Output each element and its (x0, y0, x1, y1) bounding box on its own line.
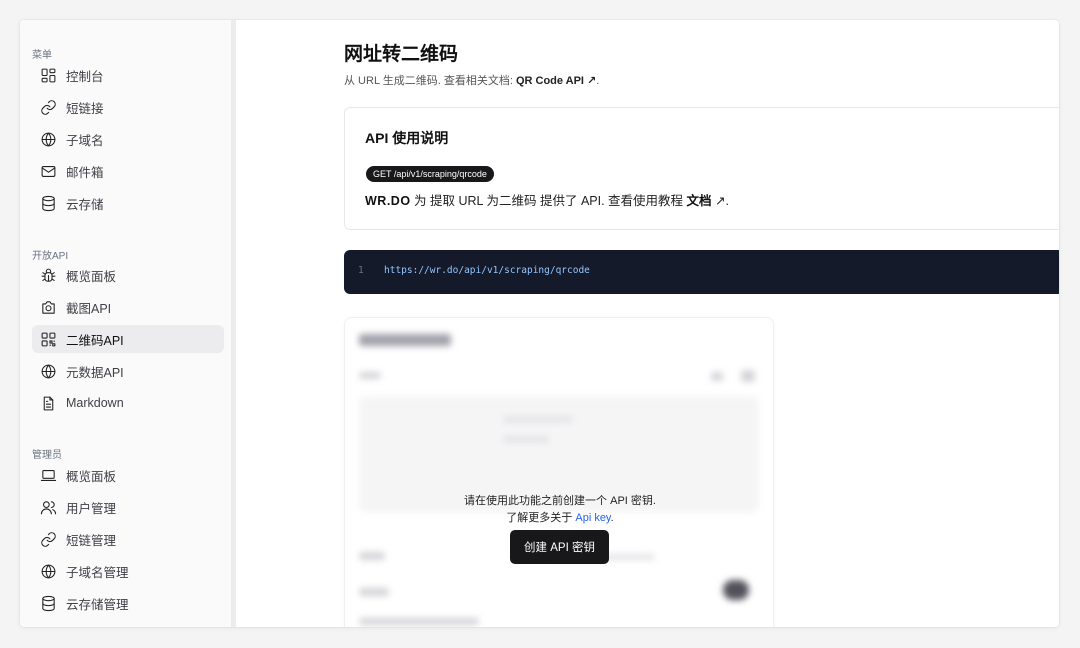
qr-code-api-docs-link[interactable]: QR Code API ↗ (516, 75, 596, 87)
link-icon (39, 530, 57, 548)
api-description-text: 为 提取 URL 为二维码 提供了 API. 查看使用教程 (410, 194, 687, 208)
sidebar-section-api: 开放API (32, 251, 69, 262)
sidebar-item-user-management[interactable]: 用户管理 (32, 493, 224, 521)
sidebar-item-dashboard[interactable]: 控制台 (32, 61, 224, 89)
link-icon (39, 98, 57, 116)
api-key-learn-more: 了解更多关于 Api key. (345, 509, 773, 525)
mail-icon (39, 162, 57, 180)
sidebar-item-label: 控制台 (66, 69, 104, 84)
globe-icon (39, 562, 57, 580)
sidebar-section-menu: 菜单 (32, 50, 52, 61)
sidebar-item-short-links[interactable]: 短链接 (32, 93, 224, 121)
learn-more-text: 了解更多关于 (506, 512, 576, 524)
sidebar-item-label: 子域名 (66, 133, 104, 148)
brand-name: WR.DO (365, 194, 411, 208)
sidebar-item-label: 云存储 (66, 197, 104, 212)
laptop-icon (39, 466, 57, 484)
sidebar-item-label: Markdown (66, 396, 124, 410)
code-line-number: 1 (358, 265, 364, 276)
sidebar-item-label: 短链管理 (66, 533, 117, 548)
users-icon (39, 498, 57, 516)
sidebar-item-label: 二维码API (66, 333, 124, 348)
camera-icon (39, 298, 57, 316)
qrcode-icon (39, 330, 57, 348)
globe-icon (39, 130, 57, 148)
sidebar-item-subdomains[interactable]: 子域名 (32, 125, 224, 153)
sidebar-item-metadata-api[interactable]: 元数据API (32, 357, 224, 385)
dashboard-icon (39, 66, 57, 84)
page-subtitle: 从 URL 生成二维码. 查看相关文档: QR Code API ↗. (344, 72, 599, 88)
sidebar-item-label: 元数据API (66, 365, 124, 380)
sidebar-item-label: 子域名管理 (66, 565, 129, 580)
sidebar-item-label: 截图API (66, 301, 112, 316)
sidebar-item-label: 概览面板 (66, 269, 117, 284)
blurred-form-preview (345, 318, 773, 627)
api-key-link[interactable]: Api key (575, 512, 610, 524)
code-block: 1 https://wr.do/api/v1/scraping/qrcode (344, 250, 1059, 294)
database-icon (39, 194, 57, 212)
api-usage-card: API 使用说明 GET /api/v1/scraping/qrcode WR.… (344, 107, 1059, 230)
sidebar-item-storage-management[interactable]: 云存储管理 (32, 589, 224, 617)
code-url[interactable]: https://wr.do/api/v1/scraping/qrcode (384, 265, 590, 276)
sidebar-item-cloud-storage[interactable]: 云存储 (32, 189, 224, 217)
database-icon (39, 594, 57, 612)
qrcode-form-card: 请在使用此功能之前创建一个 API 密钥. 了解更多关于 Api key. 创建… (344, 317, 774, 627)
sidebar-item-api-overview[interactable]: 概览面板 (32, 261, 224, 289)
docs-link[interactable]: 文档 (687, 194, 712, 208)
api-description: WR.DO 为 提取 URL 为二维码 提供了 API. 查看使用教程 文档 ↗… (365, 190, 729, 209)
main-content: 网址转二维码 从 URL 生成二维码. 查看相关文档: QR Code API … (236, 20, 1059, 627)
app-window: 菜单 控制台 短链接 子域名 邮件箱 云存储 开放API 概览面板 截图API … (20, 20, 1059, 627)
sidebar-item-label: 邮件箱 (66, 165, 104, 180)
globe-icon (39, 362, 57, 380)
file-text-icon (39, 394, 57, 412)
sidebar-item-link-management[interactable]: 短链管理 (32, 525, 224, 553)
sidebar-item-admin-overview[interactable]: 概览面板 (32, 461, 224, 489)
docs-link-suffix: ↗. (711, 194, 729, 208)
sidebar-item-markdown[interactable]: Markdown (32, 389, 224, 417)
subtitle-text: 从 URL 生成二维码. 查看相关文档: (344, 75, 516, 87)
sidebar-item-label: 概览面板 (66, 469, 117, 484)
sidebar-item-label: 云存储管理 (66, 597, 129, 612)
sidebar-item-label: 用户管理 (66, 501, 117, 516)
page-title: 网址转二维码 (344, 44, 459, 65)
api-card-title: API 使用说明 (365, 130, 449, 146)
sidebar-item-screenshot-api[interactable]: 截图API (32, 293, 224, 321)
sidebar: 菜单 控制台 短链接 子域名 邮件箱 云存储 开放API 概览面板 截图API … (20, 20, 231, 627)
sidebar-item-qrcode-api[interactable]: 二维码API (32, 325, 224, 353)
sidebar-item-mailbox[interactable]: 邮件箱 (32, 157, 224, 185)
endpoint-badge: GET /api/v1/scraping/qrcode (366, 166, 494, 182)
subtitle-suffix: . (596, 75, 600, 87)
bug-icon (39, 266, 57, 284)
api-key-required-message: 请在使用此功能之前创建一个 API 密钥. (464, 495, 656, 507)
sidebar-item-label: 短链接 (66, 101, 104, 116)
create-api-key-button[interactable]: 创建 API 密钥 (510, 530, 609, 564)
learn-more-suffix: . (610, 512, 614, 524)
sidebar-item-subdomain-management[interactable]: 子域名管理 (32, 557, 224, 585)
sidebar-section-admin: 管理员 (32, 450, 62, 461)
